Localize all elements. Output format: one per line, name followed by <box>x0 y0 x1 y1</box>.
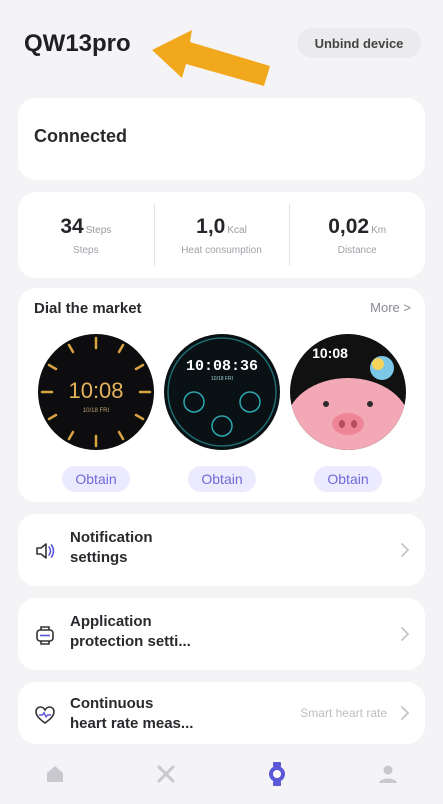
activity-stats-card[interactable]: 34 Steps Steps 1,0 Kcal Heat consumption… <box>18 192 425 278</box>
watch-face-time: 10:08 <box>68 378 123 403</box>
setting-label: Application protection setti... <box>70 612 290 652</box>
profile-icon <box>378 765 397 783</box>
setting-label-line: protection setti... <box>70 633 191 650</box>
watch-face-time: 10:08 <box>312 345 348 361</box>
unbind-device-button[interactable]: Unbind device <box>297 28 421 58</box>
tab-device[interactable] <box>261 758 293 790</box>
watch-shield-icon <box>36 626 54 645</box>
watch-face-date: 10/18 FRI <box>83 408 110 414</box>
obtain-button[interactable]: Obtain <box>188 466 256 492</box>
stat-unit: Km <box>371 224 387 236</box>
speaker-icon <box>36 543 55 559</box>
connection-status-card: Connected <box>18 98 425 180</box>
chevron-right-icon <box>401 543 409 557</box>
stat-value: 0,02 <box>328 214 370 238</box>
stat-label: Heat consumption <box>181 244 262 256</box>
device-name: QW13pro <box>24 30 131 57</box>
chevron-right-icon <box>401 706 409 720</box>
setting-label-line: Application <box>70 613 152 630</box>
stat-unit: Kcal <box>227 224 247 236</box>
heart-pulse-icon <box>35 706 55 724</box>
continuous-heart-rate-row[interactable]: Continuous heart rate meas... Smart hear… <box>18 682 425 744</box>
setting-label-line: Continuous <box>70 695 154 712</box>
setting-label: Continuous heart rate meas... <box>70 694 290 734</box>
notification-settings-row[interactable]: Notification settings <box>18 514 425 586</box>
chevron-right-icon <box>401 627 409 641</box>
watch-icon <box>268 762 285 786</box>
stat-value: 1,0 <box>196 214 226 238</box>
dial-market-title: Dial the market <box>34 300 142 317</box>
setting-label-line: Notification <box>70 529 153 546</box>
stat-label: Steps <box>73 244 99 256</box>
tab-activity[interactable] <box>150 758 182 790</box>
stat-label: Distance <box>337 244 377 256</box>
setting-label-line: settings <box>70 549 128 566</box>
bottom-tab-bar <box>0 744 443 804</box>
watch-face-pig[interactable]: 10:08 <box>288 332 408 452</box>
connection-status: Connected <box>34 126 128 146</box>
stat-unit: Steps <box>85 224 112 236</box>
stat-steps: 34 Steps Steps <box>18 192 154 278</box>
dial-market-more-link[interactable]: More > <box>370 300 411 315</box>
application-protection-settings-row[interactable]: Application protection setti... <box>18 598 425 670</box>
watch-face-digital[interactable]: 10:08:36 10/18 FRI <box>162 332 282 452</box>
obtain-button[interactable]: Obtain <box>314 466 382 492</box>
stat-value: 34 <box>60 214 84 238</box>
dial-market-card: Dial the market More > 10:08 10/18 FRI 1… <box>18 288 425 502</box>
stat-heat-consumption: 1,0 Kcal Heat consumption <box>153 192 290 278</box>
watch-face-time: 10:08:36 <box>186 358 258 375</box>
tab-home[interactable] <box>39 758 71 790</box>
home-icon <box>47 766 64 782</box>
heart-rate-mode-value: Smart heart rate <box>300 706 387 720</box>
obtain-button[interactable]: Obtain <box>62 466 130 492</box>
stat-distance: 0,02 Km Distance <box>289 192 425 278</box>
annotation-arrow-icon <box>152 30 270 86</box>
watch-face-classic[interactable]: 10:08 10/18 FRI <box>36 332 156 452</box>
dial-face-list: 10:08 10/18 FRI 10:08:36 10/18 FRI 10:08… <box>18 332 425 492</box>
setting-label-line: heart rate meas... <box>70 715 194 732</box>
activity-icon <box>157 765 175 783</box>
setting-label: Notification settings <box>70 528 290 568</box>
watch-face-date: 10/18 FRI <box>211 376 233 382</box>
tab-profile[interactable] <box>372 758 404 790</box>
